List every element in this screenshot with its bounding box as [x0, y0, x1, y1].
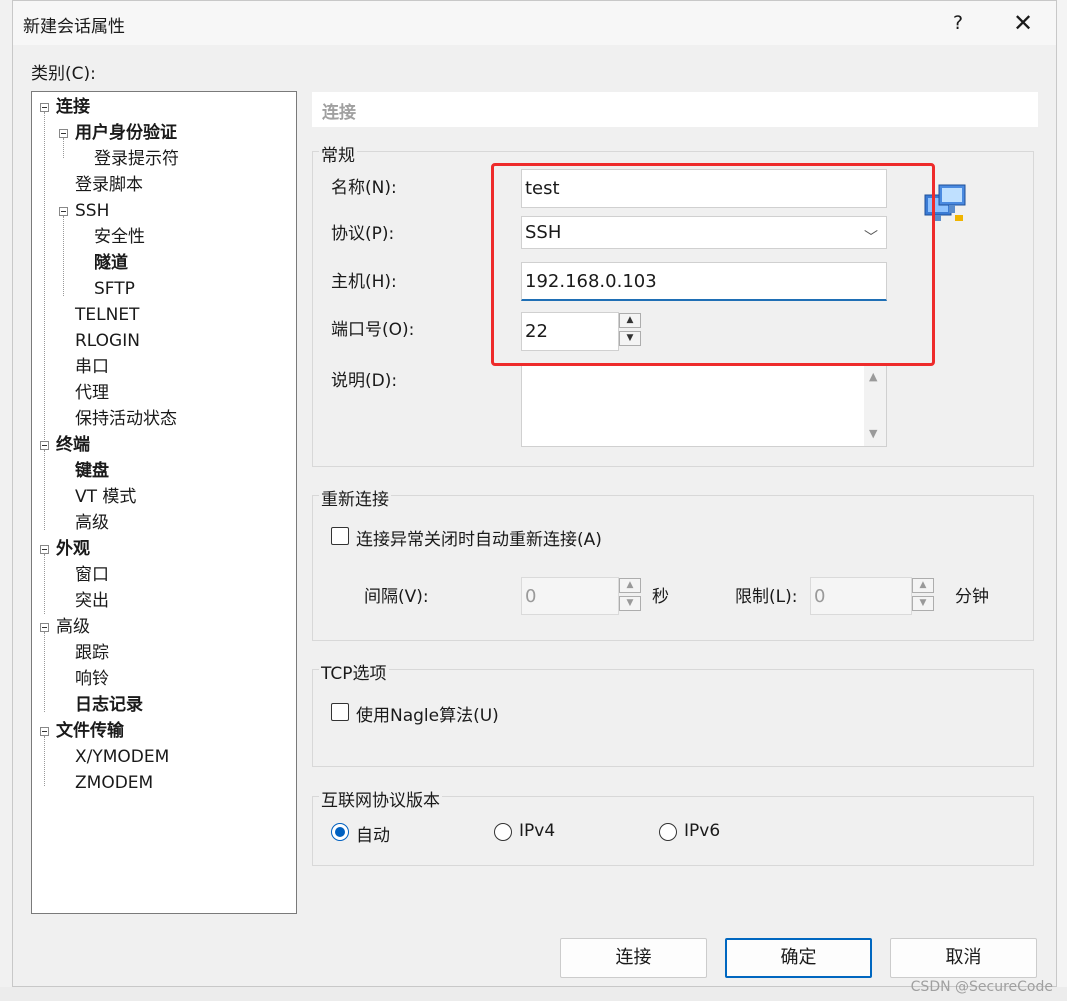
radio-ipv4-label[interactable]: IPv4: [519, 821, 555, 841]
background-app-bottom: [0, 987, 1067, 1001]
category-tree[interactable]: 连接 用户身份验证 登录提示符 登录脚本 SSH 安全性 隧道 SFTP TEL…: [31, 91, 297, 914]
description-scrollbar[interactable]: ▲ ▼: [864, 364, 886, 446]
background-app-right: [1057, 0, 1067, 1001]
radio-ipv4[interactable]: [494, 823, 512, 841]
radio-auto[interactable]: [331, 823, 349, 841]
tree-item-terminal-advanced[interactable]: 高级: [75, 512, 109, 534]
tree-item-logging[interactable]: 日志记录: [75, 694, 143, 716]
collapse-toggle-icon[interactable]: [40, 441, 49, 450]
tree-item-zmodem[interactable]: ZMODEM: [75, 772, 153, 794]
limit-unit: 分钟: [955, 587, 989, 607]
tree-item-login-prompt[interactable]: 登录提示符: [94, 148, 179, 170]
section-title: 连接: [322, 103, 356, 123]
interval-label: 间隔(V):: [364, 587, 429, 607]
limit-spinner: ▲ ▼: [912, 578, 936, 614]
protocol-label: 协议(P):: [331, 224, 395, 244]
tree-item-window[interactable]: 窗口: [75, 564, 109, 586]
tcp-group-title: TCP选项: [319, 659, 389, 684]
tree-item-xymodem[interactable]: X/YMODEM: [75, 746, 169, 768]
tree-item-sftp[interactable]: SFTP: [94, 278, 135, 300]
session-properties-dialog: 新建会话属性 ? ✕ 类别(C): 连接 用户身份验证 登录提示符 登录脚本 S…: [12, 0, 1057, 987]
tree-item-login-script[interactable]: 登录脚本: [75, 174, 143, 196]
category-label: 类别(C):: [31, 64, 96, 84]
collapse-toggle-icon[interactable]: [59, 207, 68, 216]
collapse-toggle-icon[interactable]: [40, 103, 49, 112]
spin-up-icon[interactable]: ▲: [619, 578, 641, 593]
tree-item-advanced[interactable]: 高级: [56, 616, 90, 638]
interval-field[interactable]: 0: [521, 577, 619, 615]
radio-ipv6-label[interactable]: IPv6: [684, 821, 720, 841]
auto-reconnect-checkbox[interactable]: [331, 527, 349, 545]
highlight-box: [491, 163, 935, 366]
background-app-left: [0, 0, 12, 1001]
nagle-label[interactable]: 使用Nagle算法(U): [356, 701, 499, 726]
tree-line: [44, 554, 45, 614]
tree-item-keyboard[interactable]: 键盘: [75, 460, 109, 482]
ip-version-group-title: 互联网协议版本: [319, 786, 442, 811]
connect-button[interactable]: 连接: [560, 938, 707, 978]
limit-label: 限制(L):: [735, 587, 798, 607]
tree-item-connection[interactable]: 连接: [56, 96, 90, 118]
tree-line: [63, 138, 64, 158]
spin-up-icon[interactable]: ▲: [912, 578, 934, 593]
port-label: 端口号(O):: [331, 320, 415, 340]
auto-reconnect-label[interactable]: 连接异常关闭时自动重新连接(A): [356, 525, 602, 550]
description-label: 说明(D):: [331, 371, 398, 391]
tree-item-file-transfer[interactable]: 文件传输: [56, 720, 124, 742]
nagle-checkbox[interactable]: [331, 703, 349, 721]
tree-line: [44, 632, 45, 712]
tree-line: [63, 216, 64, 296]
tree-item-highlight[interactable]: 突出: [75, 590, 109, 612]
tree-item-tunnel[interactable]: 隧道: [94, 252, 128, 274]
limit-field[interactable]: 0: [810, 577, 912, 615]
spin-down-icon[interactable]: ▼: [619, 596, 641, 611]
tree-line: [44, 450, 45, 530]
close-button[interactable]: ✕: [1003, 7, 1043, 39]
tree-line: [44, 736, 45, 786]
tree-item-user-auth[interactable]: 用户身份验证: [75, 122, 177, 144]
collapse-toggle-icon[interactable]: [40, 623, 49, 632]
section-header: 连接: [312, 92, 1038, 127]
host-label: 主机(H):: [331, 272, 397, 292]
tree-item-bell[interactable]: 响铃: [75, 668, 109, 690]
title-bar: 新建会话属性 ? ✕: [13, 1, 1056, 45]
tree-item-security[interactable]: 安全性: [94, 226, 145, 248]
tree-item-terminal[interactable]: 终端: [56, 434, 90, 456]
interval-spinner: ▲ ▼: [619, 578, 643, 614]
tree-line: [44, 112, 45, 442]
tree-item-ssh[interactable]: SSH: [75, 200, 109, 222]
tree-item-appearance[interactable]: 外观: [56, 538, 90, 560]
tree-item-vt-mode[interactable]: VT 模式: [75, 486, 136, 508]
interval-unit: 秒: [652, 587, 669, 607]
collapse-toggle-icon[interactable]: [59, 129, 68, 138]
reconnect-group-title: 重新连接: [319, 485, 391, 510]
tree-item-telnet[interactable]: TELNET: [75, 304, 139, 326]
collapse-toggle-icon[interactable]: [40, 727, 49, 736]
dialog-title: 新建会话属性: [23, 17, 125, 37]
tree-item-proxy[interactable]: 代理: [75, 382, 109, 404]
scroll-down-icon[interactable]: ▼: [869, 427, 877, 440]
tree-item-rlogin[interactable]: RLOGIN: [75, 330, 140, 352]
description-field[interactable]: ▲ ▼: [521, 363, 887, 447]
scroll-up-icon[interactable]: ▲: [869, 370, 877, 383]
radio-ipv6[interactable]: [659, 823, 677, 841]
tree-item-keepalive[interactable]: 保持活动状态: [75, 408, 177, 430]
collapse-toggle-icon[interactable]: [40, 545, 49, 554]
radio-auto-label[interactable]: 自动: [356, 821, 390, 846]
help-button[interactable]: ?: [943, 9, 973, 37]
reconnect-group: [312, 495, 1034, 641]
name-label: 名称(N):: [331, 178, 397, 198]
watermark: CSDN @SecureCode: [910, 979, 1053, 995]
spin-down-icon[interactable]: ▼: [912, 596, 934, 611]
tree-item-serial[interactable]: 串口: [75, 356, 109, 378]
general-group-title: 常规: [319, 141, 357, 166]
cancel-button[interactable]: 取消: [890, 938, 1037, 978]
tree-item-trace[interactable]: 跟踪: [75, 642, 109, 664]
ok-button[interactable]: 确定: [725, 938, 872, 978]
